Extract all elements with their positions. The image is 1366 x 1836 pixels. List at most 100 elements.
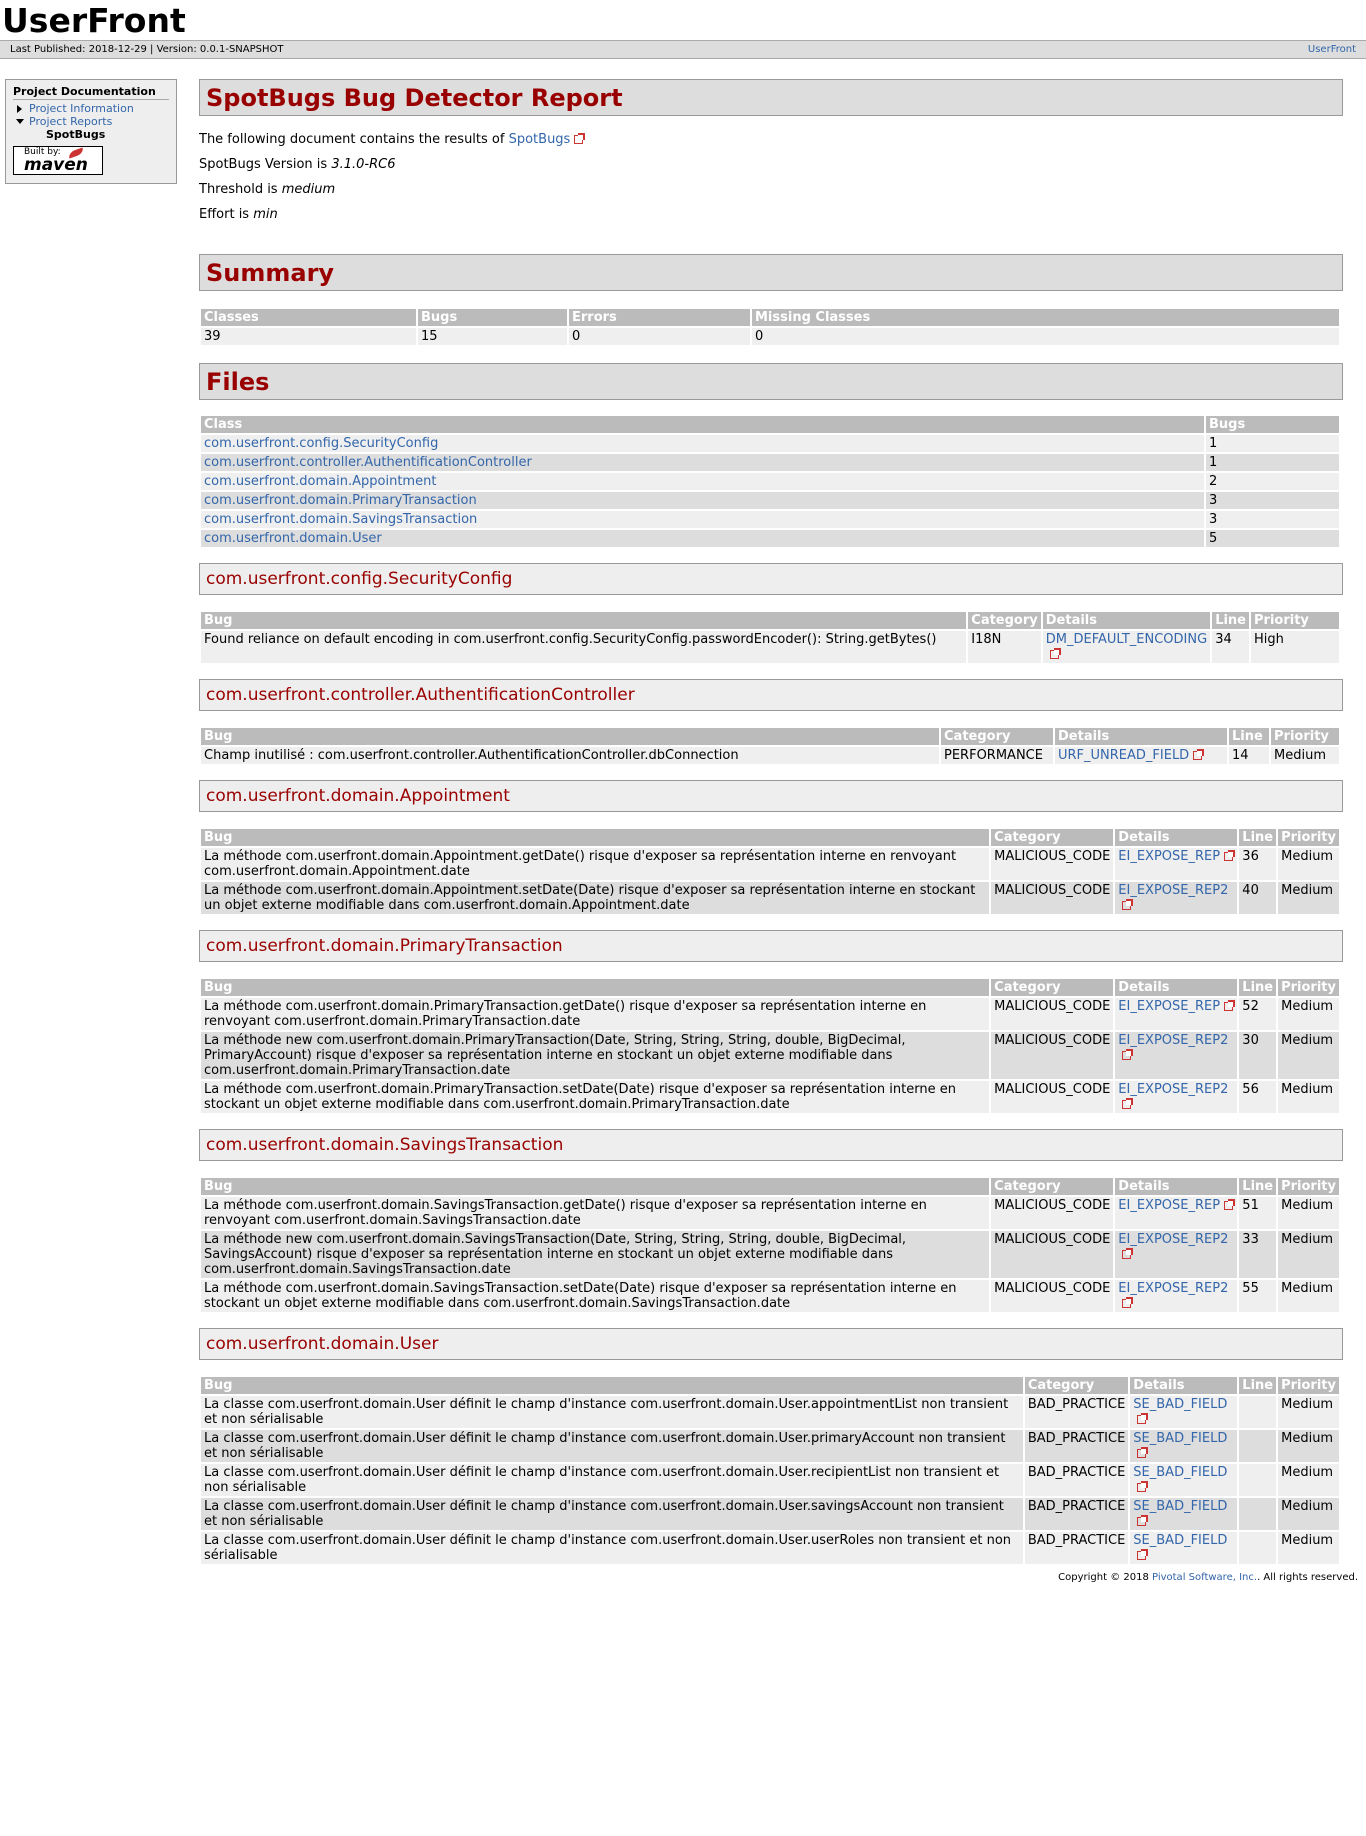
bug-column-header: Line — [1239, 1377, 1277, 1394]
bug-category: BAD_PRACTICE — [1024, 1464, 1129, 1496]
bug-column-header: Category — [941, 728, 1053, 745]
intro-prefix: The following document contains the resu… — [199, 132, 509, 147]
bug-details-cell: EI_EXPOSE_REP2 — [1115, 882, 1238, 914]
bug-column-header: Details — [1115, 1178, 1238, 1195]
bug-details-link[interactable]: EI_EXPOSE_REP2 — [1118, 1033, 1228, 1048]
bug-column-header: Priority — [1278, 1377, 1339, 1394]
class-section-heading: com.userfront.config.SecurityConfig — [199, 563, 1343, 595]
sidebar-item-label[interactable]: Project Information — [29, 102, 134, 115]
summary-header: Missing Classes — [752, 309, 1339, 326]
copyright-suffix: . All rights reserved. — [1257, 1572, 1358, 1583]
bug-priority: Medium — [1278, 1032, 1339, 1079]
external-link-icon — [1137, 1515, 1149, 1526]
threshold-line: Threshold is medium — [199, 182, 1343, 197]
bug-line: 14 — [1229, 747, 1269, 764]
version-line: SpotBugs Version is 3.1.0-RC6 — [199, 157, 1343, 172]
external-link-icon — [1122, 1297, 1134, 1308]
bug-description: La méthode com.userfront.domain.SavingsT… — [201, 1197, 990, 1229]
file-class-link[interactable]: com.userfront.domain.User — [204, 531, 382, 546]
sidebar-item-label[interactable]: Project Reports — [29, 115, 112, 128]
table-row: La méthode com.userfront.domain.Appointm… — [201, 848, 1339, 880]
bug-priority: Medium — [1278, 882, 1339, 914]
table-row: La classe com.userfront.domain.User défi… — [201, 1430, 1339, 1462]
bug-header-row: Bug Category Details Line Priority — [201, 1377, 1339, 1394]
file-class-link[interactable]: com.userfront.domain.PrimaryTransaction — [204, 493, 477, 508]
bug-header-row: Bug Category Details Line Priority — [201, 612, 1339, 629]
table-row: La méthode com.userfront.domain.PrimaryT… — [201, 1081, 1339, 1113]
bug-description: La méthode com.userfront.domain.Appointm… — [201, 848, 990, 880]
bug-details-link[interactable]: SE_BAD_FIELD — [1133, 1397, 1227, 1412]
bug-column-header: Bug — [201, 979, 990, 996]
bug-line — [1239, 1498, 1277, 1530]
bug-priority: High — [1251, 631, 1339, 663]
summary-value: 0 — [569, 328, 750, 345]
bug-details-cell: SE_BAD_FIELD — [1130, 1498, 1238, 1530]
bug-details-link[interactable]: EI_EXPOSE_REP — [1118, 999, 1220, 1014]
bug-priority: Medium — [1271, 747, 1339, 764]
summary-header-row: Classes Bugs Errors Missing Classes — [201, 309, 1339, 326]
class-section-heading: com.userfront.domain.User — [199, 1328, 1343, 1360]
bug-details-link[interactable]: URF_UNREAD_FIELD — [1058, 748, 1189, 763]
pivotal-link[interactable]: Pivotal Software, Inc. — [1152, 1572, 1257, 1583]
file-class-link[interactable]: com.userfront.domain.SavingsTransaction — [204, 512, 477, 527]
bug-details-cell: URF_UNREAD_FIELD — [1055, 747, 1227, 764]
bug-details-link[interactable]: DM_DEFAULT_ENCODING — [1046, 632, 1207, 647]
file-class-link[interactable]: com.userfront.domain.Appointment — [204, 474, 436, 489]
file-bug-count: 2 — [1206, 473, 1339, 490]
table-row: com.userfront.domain.PrimaryTransaction 3 — [201, 492, 1339, 509]
bug-table: Bug Category Details Line Priority La classe … — [199, 1375, 1341, 1566]
table-row: La méthode com.userfront.domain.SavingsT… — [201, 1280, 1339, 1312]
file-class-link[interactable]: com.userfront.config.SecurityConfig — [204, 436, 438, 451]
breadcrumb-userfront-link[interactable]: UserFront — [1308, 44, 1356, 55]
bug-priority: Medium — [1278, 1280, 1339, 1312]
external-link-icon — [1049, 648, 1061, 659]
bug-details-link[interactable]: EI_EXPOSE_REP — [1118, 1198, 1220, 1213]
effort-value: min — [253, 207, 278, 222]
sidebar-item-label: SpotBugs — [46, 128, 106, 141]
bug-details-link[interactable]: SE_BAD_FIELD — [1133, 1533, 1227, 1548]
bug-details-link[interactable]: EI_EXPOSE_REP — [1118, 849, 1220, 864]
bug-details-link[interactable]: EI_EXPOSE_REP2 — [1118, 883, 1228, 898]
breadcrumbs: Last Published: 2018-12-29 | Version: 0.… — [0, 40, 1366, 59]
table-row: com.userfront.controller.Authentificatio… — [201, 454, 1339, 471]
class-section-heading: com.userfront.domain.PrimaryTransaction — [199, 930, 1343, 962]
files-heading: Files — [199, 363, 1343, 400]
file-class-link[interactable]: com.userfront.controller.Authentificatio… — [204, 455, 532, 470]
bug-details-link[interactable]: SE_BAD_FIELD — [1133, 1465, 1227, 1480]
spotbugs-link[interactable]: SpotBugs — [509, 132, 571, 147]
bug-details-link[interactable]: EI_EXPOSE_REP2 — [1118, 1232, 1228, 1247]
bug-details-link[interactable]: SE_BAD_FIELD — [1133, 1499, 1227, 1514]
bug-category: MALICIOUS_CODE — [991, 848, 1114, 880]
files-header: Bugs — [1206, 416, 1339, 433]
bug-column-header: Line — [1239, 1178, 1277, 1195]
bug-category: MALICIOUS_CODE — [991, 998, 1114, 1030]
publish-info: Last Published: 2018-12-29 | Version: 0.… — [10, 41, 284, 58]
table-row: La classe com.userfront.domain.User défi… — [201, 1532, 1339, 1564]
summary-header: Errors — [569, 309, 750, 326]
bug-details-cell: EI_EXPOSE_REP2 — [1115, 1280, 1238, 1312]
external-link-icon — [1137, 1413, 1149, 1424]
bug-details-link[interactable]: SE_BAD_FIELD — [1133, 1431, 1227, 1446]
bug-details-link[interactable]: EI_EXPOSE_REP2 — [1118, 1281, 1228, 1296]
bug-details-link[interactable]: EI_EXPOSE_REP2 — [1118, 1082, 1228, 1097]
bug-column-header: Category — [991, 979, 1114, 996]
bug-details-cell: EI_EXPOSE_REP2 — [1115, 1081, 1238, 1113]
built-by-maven-logo[interactable]: Built by: maven — [13, 146, 103, 175]
external-link-icon — [1122, 1098, 1134, 1109]
bug-description: La méthode new com.userfront.domain.Savi… — [201, 1231, 990, 1278]
bug-column-header: Category — [968, 612, 1041, 629]
bug-line: 36 — [1239, 848, 1277, 880]
bug-line — [1239, 1396, 1277, 1428]
sidebar-item-project-reports[interactable]: Project Reports — [15, 115, 169, 128]
bug-description: La méthode com.userfront.domain.PrimaryT… — [201, 998, 990, 1030]
bug-column-header: Priority — [1278, 1178, 1339, 1195]
bug-details-cell: SE_BAD_FIELD — [1130, 1464, 1238, 1496]
table-row: La méthode com.userfront.domain.Appointm… — [201, 882, 1339, 914]
external-link-icon — [1122, 1049, 1134, 1060]
bug-priority: Medium — [1278, 1498, 1339, 1530]
bug-line: 56 — [1239, 1081, 1277, 1113]
sidebar-item-project-information[interactable]: Project Information — [15, 102, 169, 115]
bug-line: 52 — [1239, 998, 1277, 1030]
bug-priority: Medium — [1278, 1231, 1339, 1278]
bug-column-header: Priority — [1278, 829, 1339, 846]
